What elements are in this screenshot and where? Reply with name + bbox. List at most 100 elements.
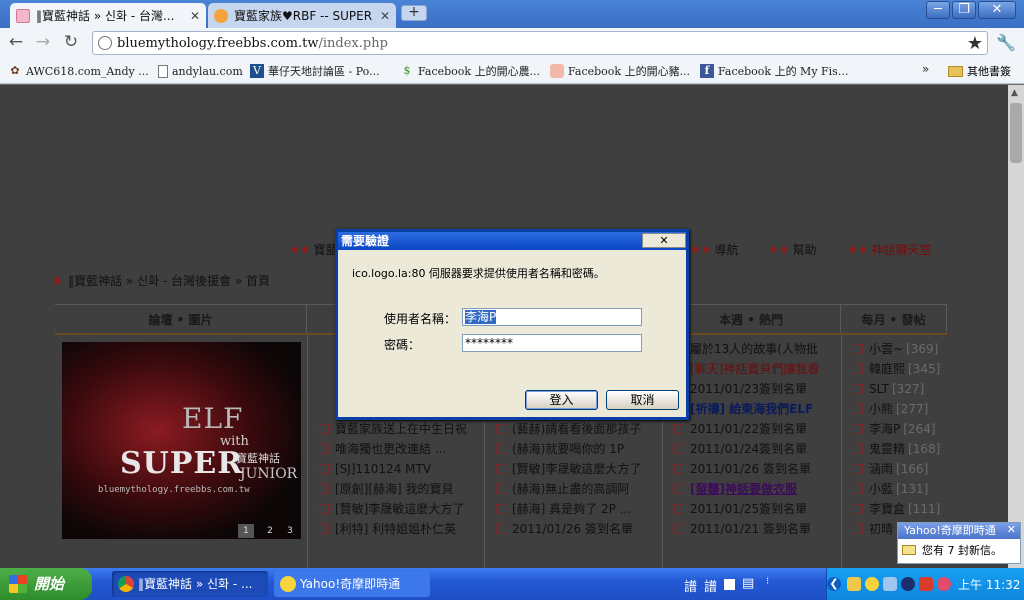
scroll-up-icon[interactable]: ▲ bbox=[1011, 88, 1018, 98]
thread-title[interactable]: 2011/01/26 簽到名單 bbox=[512, 519, 633, 539]
banner-page-3[interactable]: 3 bbox=[282, 524, 298, 538]
list-item[interactable]: 韓庭熙 [345] bbox=[853, 359, 945, 379]
tab-bluemythology[interactable]: ‖寶藍神話 » 신화 - 台灣... ✕ bbox=[10, 3, 206, 28]
site-nav-home[interactable]: ♦♦ 寶藍 bbox=[289, 241, 338, 258]
other-bookmarks-folder[interactable]: 其他書簽 bbox=[948, 63, 1011, 79]
maximize-button[interactable]: ❐ bbox=[952, 1, 976, 19]
thread-title[interactable]: [賢敏]李晟敏這麼大方了 bbox=[335, 499, 464, 519]
poster-name[interactable]: 李海P bbox=[869, 419, 900, 439]
poster-name[interactable]: 小熊 bbox=[869, 399, 893, 419]
bookmark-forum[interactable]: V 華仔天地討論區 - Po... bbox=[250, 63, 380, 79]
thread-title[interactable]: 屬於13人的故事(人物批 bbox=[690, 339, 818, 359]
tray-network-icon[interactable] bbox=[883, 577, 897, 591]
reload-button[interactable]: ↻ bbox=[60, 33, 82, 53]
list-item[interactable]: 2011/01/26 簽到名單 bbox=[496, 519, 660, 539]
poster-name[interactable]: SLT bbox=[869, 379, 889, 399]
thread-title[interactable]: 2011/01/26 簽到名單 bbox=[690, 459, 811, 479]
list-item[interactable]: [賢敏]李晟敏這麼大方了 bbox=[496, 459, 660, 479]
login-button[interactable]: 登入 bbox=[525, 390, 598, 410]
poster-name[interactable]: 初晴 bbox=[869, 519, 893, 539]
thread-title[interactable]: 2011/01/23簽到名單 bbox=[690, 379, 807, 399]
list-item[interactable]: [賢敏]李晟敏這麼大方了 bbox=[319, 499, 481, 519]
list-item[interactable]: [利特] 利特姐姐朴仁英 bbox=[319, 519, 481, 539]
taskbar-item-chrome[interactable]: ‖寶藍神話 » 신화 - ... bbox=[112, 571, 268, 597]
thread-title[interactable]: (藝赫)請看看後面那孩子 bbox=[512, 419, 641, 439]
thread-title[interactable]: 寶藍家族送上在中生日祝 bbox=[335, 419, 467, 439]
bookmark-facebook-pig[interactable]: Facebook 上的開心豬... bbox=[550, 63, 690, 79]
list-item[interactable]: [赫海] 真是夠了 2P ... bbox=[496, 499, 660, 519]
back-button[interactable]: ← bbox=[5, 33, 27, 53]
thread-title[interactable]: 2011/01/22簽到名單 bbox=[690, 419, 807, 439]
scrollbar-thumb[interactable] bbox=[1010, 103, 1022, 163]
thread-title[interactable]: [聊天]神話寶貝們讓我看 bbox=[690, 359, 819, 379]
thread-title[interactable]: 2011/01/21 簽到名單 bbox=[690, 519, 811, 539]
minimize-button[interactable]: ─ bbox=[926, 1, 950, 19]
tab-rbf-family[interactable]: 寶藍家族♥RBF -- SUPER ... ✕ bbox=[208, 3, 396, 28]
list-item[interactable]: 李海P [264] bbox=[853, 419, 945, 439]
list-item[interactable]: (赫海)就要喝你的 1P bbox=[496, 439, 660, 459]
taskbar-item-yahoo-messenger[interactable]: Yahoo!奇摩即時通 bbox=[274, 571, 430, 597]
list-item[interactable]: 涵雨 [166] bbox=[853, 459, 945, 479]
poster-name[interactable]: 涵雨 bbox=[869, 459, 893, 479]
tray-security-icon[interactable] bbox=[919, 577, 933, 591]
banner-page-2[interactable]: 2 bbox=[262, 524, 278, 538]
site-nav-help[interactable]: ♦♦ 幫助 bbox=[768, 241, 817, 258]
poster-name[interactable]: 鬼靈精 bbox=[869, 439, 905, 459]
list-item[interactable]: 鬼靈精 [168] bbox=[853, 439, 945, 459]
list-item[interactable]: 李寶盒 [111] bbox=[853, 499, 945, 519]
list-item[interactable]: 寶藍家族送上在中生日祝 bbox=[319, 419, 481, 439]
site-nav-chatroom[interactable]: ♦♦ 神話聊天室 bbox=[847, 241, 932, 258]
thread-title[interactable]: 2011/01/24簽到名單 bbox=[690, 439, 807, 459]
thread-title[interactable]: [發襲]神話要做衣服 bbox=[690, 479, 797, 499]
thread-title[interactable]: [祈禱] 給東海我們ELF bbox=[690, 399, 813, 419]
wrench-menu-icon[interactable]: 🔧 bbox=[996, 33, 1016, 52]
bookmarks-overflow-chevron[interactable]: » bbox=[922, 62, 929, 76]
list-item[interactable]: [發襲]神話要做衣服 bbox=[674, 479, 838, 499]
tray-yahoo-icon[interactable] bbox=[865, 577, 879, 591]
ime-indicator[interactable]: 譜 bbox=[684, 576, 697, 595]
site-nav-navigation[interactable]: ♦♦ 導航 bbox=[690, 241, 739, 258]
thread-title[interactable]: [賢敏]李晟敏這麼大方了 bbox=[512, 459, 641, 479]
tray-expand-icon[interactable]: ❮ bbox=[827, 577, 841, 591]
list-item[interactable]: [祈禱] 給東海我們ELF bbox=[674, 399, 838, 419]
thread-title[interactable]: 唯海獨也更改連結 ... bbox=[335, 439, 446, 459]
list-item[interactable]: 小藍 [131] bbox=[853, 479, 945, 499]
bookmark-facebook-farm[interactable]: $ Facebook 上的開心農... bbox=[400, 63, 541, 79]
list-item[interactable]: 2011/01/23簽到名單 bbox=[674, 379, 838, 399]
start-button[interactable]: 開始 bbox=[0, 568, 92, 600]
list-item[interactable]: 屬於13人的故事(人物批 bbox=[674, 339, 838, 359]
close-tab-icon[interactable]: ✕ bbox=[380, 9, 390, 23]
thread-title[interactable]: [赫海] 真是夠了 2P ... bbox=[512, 499, 631, 519]
thread-title[interactable]: (赫海)就要喝你的 1P bbox=[512, 439, 624, 459]
thread-title[interactable]: (赫海)無止盡的高調阿 bbox=[512, 479, 629, 499]
list-item[interactable]: 2011/01/22簽到名單 bbox=[674, 419, 838, 439]
poster-name[interactable]: 小藍 bbox=[869, 479, 893, 499]
list-item[interactable]: [聊天]神話寶貝們讓我看 bbox=[674, 359, 838, 379]
tray-messenger-icon[interactable] bbox=[847, 577, 861, 591]
breadcrumb-text[interactable]: ‖寶藍神話 » 신화 - 台灣後援會 » 首頁 bbox=[68, 274, 270, 288]
list-item[interactable]: 2011/01/26 簽到名單 bbox=[674, 459, 838, 479]
ime-mode-icon[interactable] bbox=[724, 579, 735, 590]
bookmark-star-icon[interactable]: ★ bbox=[967, 33, 983, 54]
thread-title[interactable]: 2011/01/25簽到名單 bbox=[690, 499, 807, 519]
bookmark-facebook-fish[interactable]: f Facebook 上的 My Fis... bbox=[700, 63, 848, 79]
bookmark-awc618[interactable]: ✿ AWC618.com_Andy ... bbox=[8, 63, 148, 79]
ime-menu-icon[interactable]: ⁝ bbox=[766, 576, 769, 587]
tray-app-icon[interactable] bbox=[937, 577, 951, 591]
thread-title[interactable]: [原創][赫海] 我的寶貝 bbox=[335, 479, 454, 499]
bookmark-andylau[interactable]: andylau.com bbox=[158, 63, 243, 79]
poster-name[interactable]: 韓庭熙 bbox=[869, 359, 905, 379]
address-bar[interactable]: bluemythology.freebbs.com.tw/index.php ★ bbox=[92, 31, 988, 55]
username-input[interactable]: 李海P bbox=[462, 308, 642, 326]
list-item[interactable]: [原創][赫海] 我的寶貝 bbox=[319, 479, 481, 499]
list-item[interactable]: (赫海)無止盡的高調阿 bbox=[496, 479, 660, 499]
tray-3d-icon[interactable] bbox=[901, 577, 915, 591]
list-item[interactable]: (藝赫)請看看後面那孩子 bbox=[496, 419, 660, 439]
dialog-close-button[interactable]: ✕ bbox=[642, 233, 686, 248]
elf-super-junior-banner[interactable]: ELF with SUPER JUNIOR 寶藍神話 bluemythology… bbox=[62, 342, 301, 539]
list-item[interactable]: [SJ]110124 MTV bbox=[319, 459, 481, 479]
clock[interactable]: 上午 11:32 bbox=[958, 576, 1020, 593]
close-window-button[interactable]: ✕ bbox=[978, 1, 1016, 19]
banner-page-1[interactable]: 1 bbox=[238, 524, 254, 538]
thread-title[interactable]: [利特] 利特姐姐朴仁英 bbox=[335, 519, 456, 539]
